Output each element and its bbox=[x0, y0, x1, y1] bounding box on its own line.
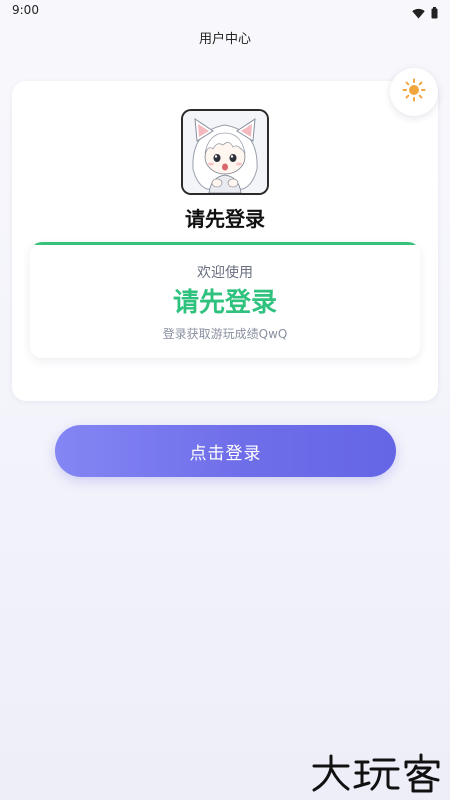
sun-icon bbox=[402, 78, 426, 106]
welcome-card: 欢迎使用 请先登录 登录获取游玩成绩QwQ bbox=[30, 242, 420, 358]
login-button[interactable]: 点击登录 bbox=[55, 425, 396, 477]
welcome-subtitle: 登录获取游玩成绩QwQ bbox=[162, 327, 288, 341]
username-label: 请先登录 bbox=[185, 207, 265, 231]
wifi-icon bbox=[412, 4, 425, 23]
battery-icon bbox=[431, 4, 438, 23]
welcome-card-accent bbox=[30, 242, 420, 245]
theme-toggle-button[interactable] bbox=[390, 68, 438, 116]
avatar-image bbox=[183, 111, 267, 193]
welcome-title: 请先登录 bbox=[172, 288, 277, 318]
status-time: 9:00 bbox=[12, 3, 39, 17]
welcome-greeting: 欢迎使用 bbox=[197, 265, 253, 281]
status-icons bbox=[412, 4, 438, 23]
status-bar: 9:00 bbox=[0, 0, 450, 22]
page-title: 用户中心 bbox=[198, 32, 251, 47]
watermark-logo bbox=[310, 752, 444, 794]
avatar[interactable] bbox=[181, 109, 269, 195]
